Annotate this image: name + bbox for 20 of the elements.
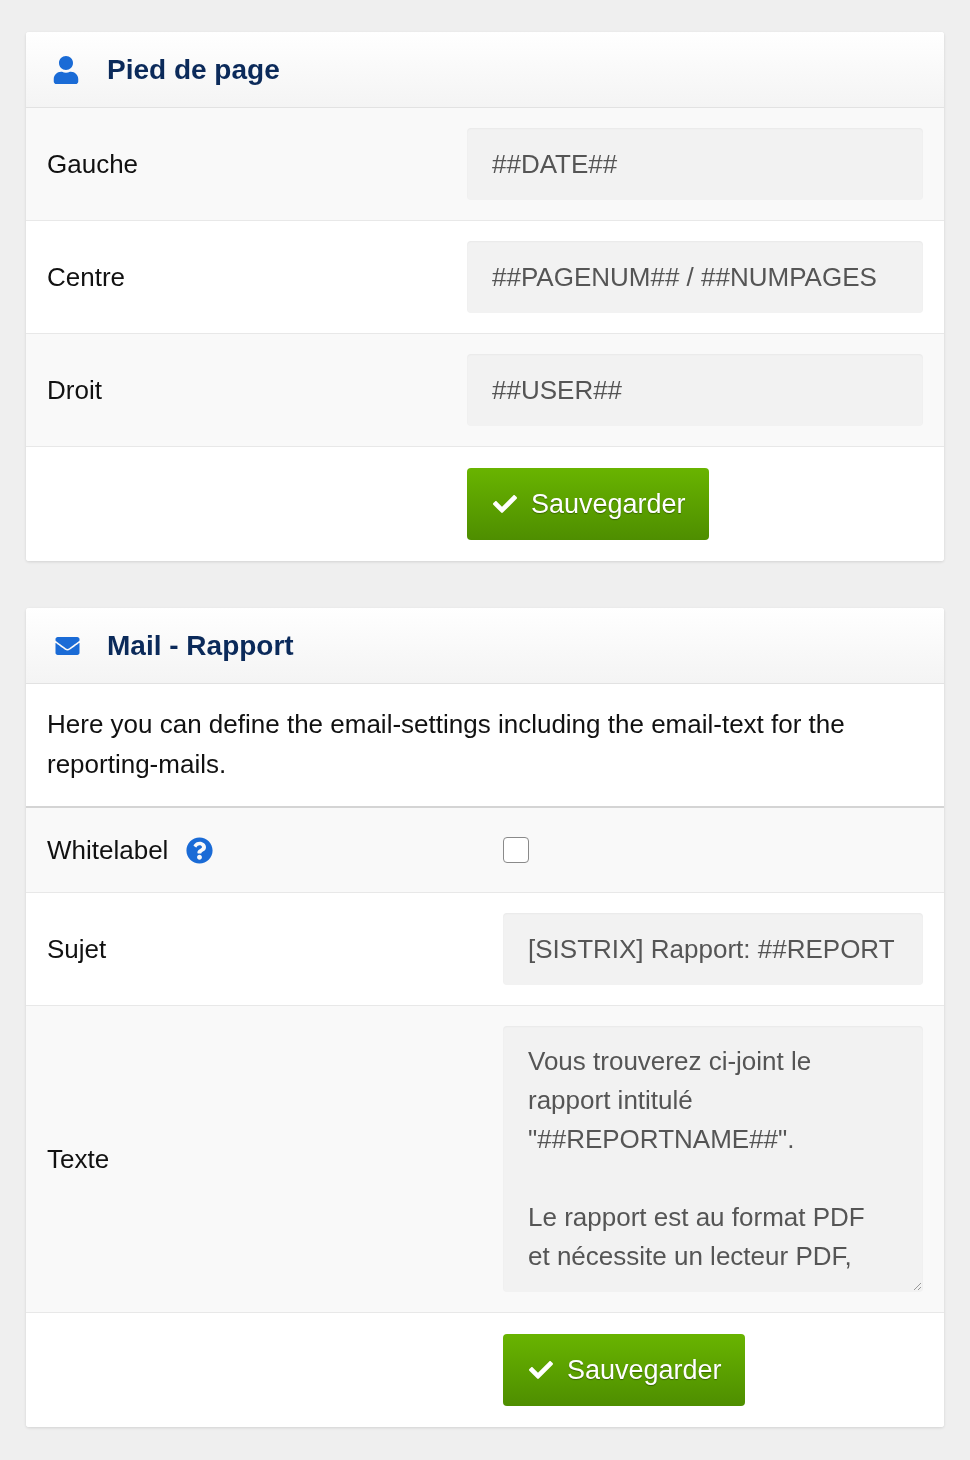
description-text: Here you can define the email-settings including the email-text for the reporting-mails. [47, 708, 846, 781]
field-label: Texte [47, 1142, 110, 1176]
text-input[interactable]: ##DATE## [467, 128, 923, 200]
card-title: Mail - Rapport [107, 631, 294, 660]
text-input[interactable]: [SISTRIX] Rapport: ##REPORT [503, 913, 923, 985]
field-label: Centre [47, 260, 126, 294]
help-icon[interactable] [186, 836, 214, 864]
text-input[interactable]: ##PAGENUM## / ##NUMPAGES [467, 241, 923, 313]
check-icon [491, 492, 519, 516]
checkbox[interactable] [503, 837, 529, 863]
field-label: Droit [47, 373, 102, 407]
check-icon [527, 1358, 555, 1382]
field-label: Gauche [47, 147, 139, 181]
text-input[interactable]: ##USER## [467, 354, 923, 426]
user-icon [53, 55, 79, 84]
resize-grip-icon[interactable] [913, 1282, 921, 1290]
field-label: Whitelabel [47, 833, 169, 867]
field-label: Sujet [47, 932, 107, 966]
card-title: Pied de page [107, 55, 280, 84]
textarea-field[interactable]: Vous trouverez ci-joint le rapport intitulé "##REPORTNAME##". Le rapport est au format PDF et nécessite un lecteur PDF, [503, 1026, 923, 1292]
